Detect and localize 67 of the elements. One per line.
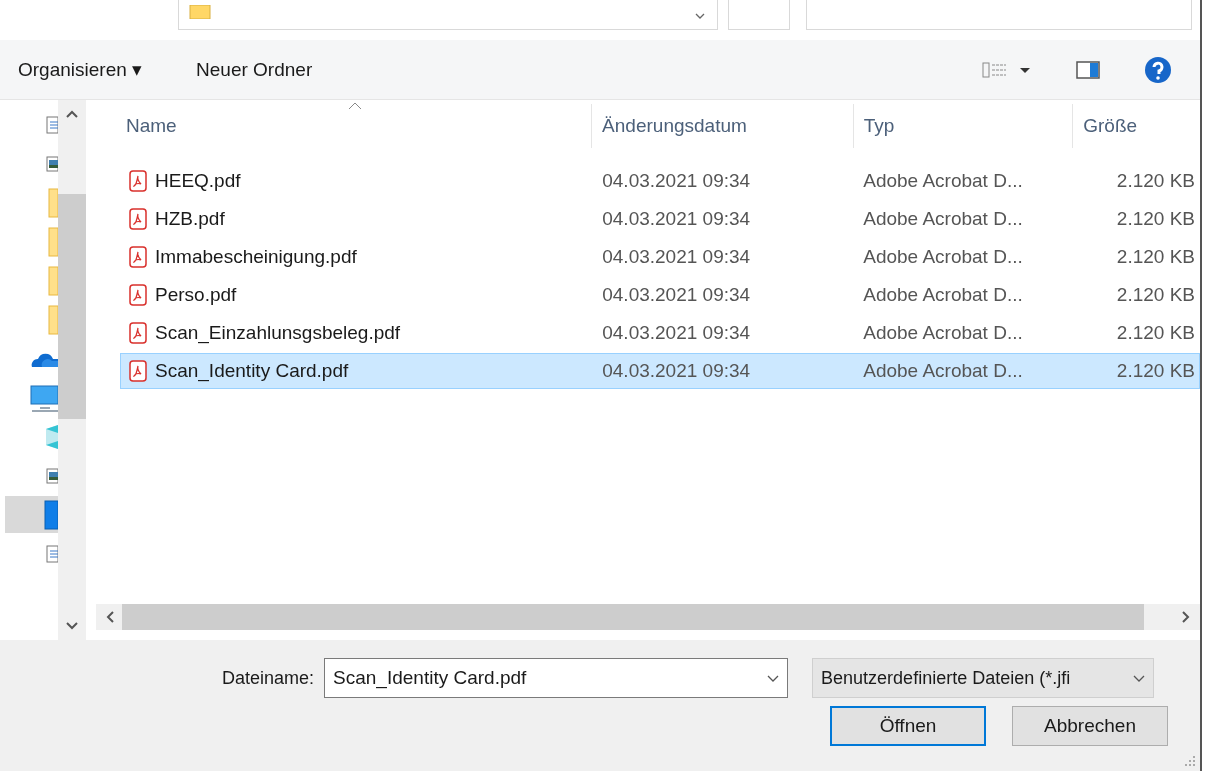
- file-date: 04.03.2021 09:34: [602, 284, 751, 306]
- file-type: Adobe Acrobat D...: [863, 170, 1023, 192]
- pdf-file-icon: [129, 170, 147, 192]
- pdf-file-icon: [129, 284, 147, 306]
- cube-icon[interactable]: [44, 422, 58, 451]
- file-row[interactable]: Perso.pdf 04.03.2021 09:34 Adobe Acrobat D... 2.120 KB: [120, 277, 1200, 313]
- file-row[interactable]: Scan_Identity Card.pdf 04.03.2021 09:34 Adobe Acrobat D... 2.120 KB: [120, 353, 1200, 389]
- file-date: 04.03.2021 09:34: [602, 322, 751, 344]
- pdf-file-icon: [129, 322, 147, 344]
- file-date: 04.03.2021 09:34: [602, 246, 751, 268]
- file-size: 2.120 KB: [1116, 360, 1195, 382]
- folder-icon: [189, 5, 211, 19]
- file-size: 2.120 KB: [1116, 246, 1195, 268]
- vertical-scrollbar[interactable]: [58, 100, 86, 640]
- file-type: Adobe Acrobat D...: [863, 246, 1023, 268]
- chevron-up-icon[interactable]: [66, 110, 78, 118]
- filename-label: Dateiname:: [222, 667, 315, 689]
- resize-grip-icon[interactable]: [1184, 755, 1196, 767]
- file-type: Adobe Acrobat D...: [863, 284, 1023, 306]
- picture-icon[interactable]: [46, 155, 58, 172]
- open-button[interactable]: Öffnen: [830, 706, 986, 746]
- file-row[interactable]: HEEQ.pdf 04.03.2021 09:34 Adobe Acrobat D... 2.120 KB: [120, 163, 1200, 199]
- pdf-file-icon: [129, 246, 147, 268]
- view-options-icon[interactable]: [982, 60, 1032, 79]
- file-name: HEEQ.pdf: [155, 170, 241, 192]
- column-header[interactable]: Name: [96, 104, 593, 148]
- file-name: Perso.pdf: [155, 284, 237, 306]
- file-type: Adobe Acrobat D...: [863, 360, 1023, 382]
- file-date: 04.03.2021 09:34: [602, 360, 751, 382]
- file-type-dropdown[interactable]: Benutzerdefinierte Dateien (*.jfi: [812, 658, 1155, 698]
- chevron-down-icon[interactable]: [66, 622, 78, 630]
- document-icon[interactable]: [46, 115, 58, 134]
- pdf-file-icon: [129, 208, 147, 230]
- file-row[interactable]: HZB.pdf 04.03.2021 09:34 Adobe Acrobat D... 2.120 KB: [120, 201, 1200, 237]
- file-type: Adobe Acrobat D...: [863, 322, 1023, 344]
- chevron-down-icon[interactable]: [767, 674, 780, 682]
- file-name: Scan_Identity Card.pdf: [155, 360, 349, 382]
- file-name: Scan_Einzahlunsgsbeleg.pdf: [155, 322, 401, 344]
- picture-icon[interactable]: [46, 467, 58, 484]
- file-date: 04.03.2021 09:34: [602, 170, 751, 192]
- chevron-down-icon[interactable]: [695, 13, 705, 19]
- organize-menu[interactable]: Organisieren ▾: [18, 58, 143, 81]
- preview-pane-icon[interactable]: [1076, 60, 1100, 79]
- chevron-left-icon[interactable]: [106, 611, 114, 623]
- filename-field[interactable]: Scan_Identity Card.pdf: [324, 658, 789, 698]
- column-header[interactable]: Typ: [853, 104, 1074, 148]
- cancel-button[interactable]: Abbrechen: [1012, 706, 1168, 746]
- document-icon[interactable]: [46, 544, 58, 563]
- column-header[interactable]: Änderungsdatum: [592, 104, 854, 148]
- file-type: Adobe Acrobat D...: [863, 208, 1023, 230]
- scrollbar-thumb[interactable]: [58, 194, 86, 419]
- file-name: Immabescheinigung.pdf: [155, 246, 357, 268]
- file-name: HZB.pdf: [155, 208, 225, 230]
- monitor-icon[interactable]: [30, 383, 58, 412]
- help-icon[interactable]: [1144, 55, 1172, 84]
- chevron-down-icon[interactable]: [1133, 674, 1146, 682]
- pdf-file-icon: [129, 360, 147, 382]
- file-date: 04.03.2021 09:34: [602, 208, 751, 230]
- file-size: 2.120 KB: [1116, 322, 1195, 344]
- file-row[interactable]: Immabescheinigung.pdf 04.03.2021 09:34 Adobe Acrobat D... 2.120 KB: [120, 239, 1200, 275]
- column-header[interactable]: Größe: [1073, 104, 1200, 148]
- file-row[interactable]: Scan_Einzahlunsgsbeleg.pdf 04.03.2021 09:34 Adobe Acrobat D... 2.120 KB: [120, 315, 1200, 351]
- file-size: 2.120 KB: [1116, 208, 1195, 230]
- chevron-right-icon[interactable]: [1182, 611, 1190, 623]
- new-folder-button[interactable]: Neuer Ordner: [196, 58, 313, 81]
- file-size: 2.120 KB: [1116, 284, 1195, 306]
- file-size: 2.120 KB: [1116, 170, 1195, 192]
